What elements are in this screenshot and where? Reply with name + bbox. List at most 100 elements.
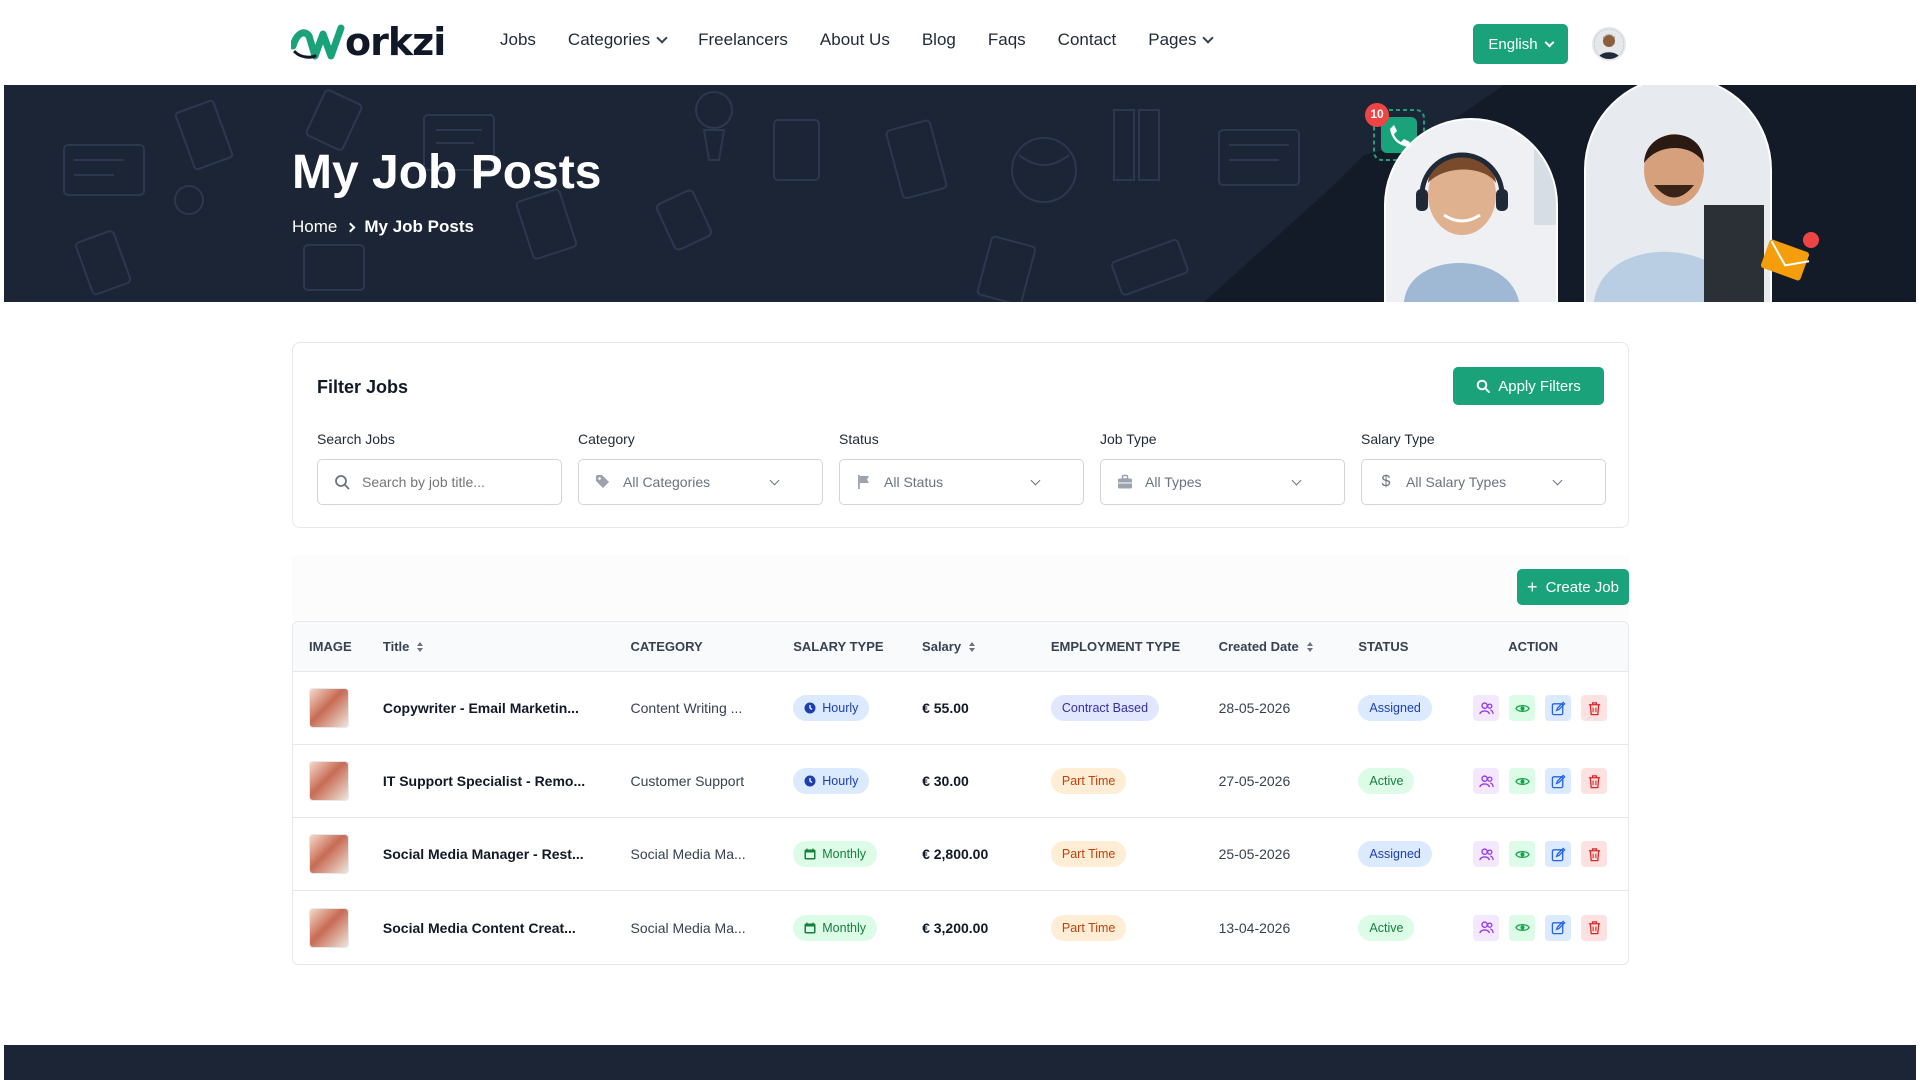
- eye-icon: [1514, 850, 1530, 858]
- table-row: Social Media Content Creat... Social Med…: [293, 891, 1628, 964]
- trash-icon: [1588, 847, 1600, 861]
- row-actions: [1473, 841, 1628, 867]
- site-logo[interactable]: orkzi: [291, 20, 446, 64]
- search-input-wrapper[interactable]: [317, 459, 562, 505]
- col-label: Title: [382, 639, 410, 654]
- table-row: Copywriter - Email Marketin... Content W…: [293, 672, 1628, 745]
- salary-type-badge: Hourly: [793, 768, 870, 794]
- job-image-cell: [293, 907, 383, 948]
- delete-button[interactable]: [1581, 841, 1608, 867]
- col-status: STATUS: [1358, 639, 1473, 654]
- edit-button[interactable]: [1545, 768, 1572, 794]
- col-label: STATUS: [1358, 639, 1409, 654]
- nav-label: Contact: [1057, 30, 1117, 49]
- main-nav: Jobs Categories Freelancers About Us Blo…: [500, 30, 1244, 50]
- edit-icon: [1551, 920, 1566, 935]
- col-salary[interactable]: Salary: [922, 639, 1051, 654]
- edit-icon: [1551, 773, 1566, 788]
- status-label: Status: [839, 431, 879, 447]
- salary-type-label: Hourly: [822, 774, 859, 788]
- col-title[interactable]: Title: [383, 639, 631, 654]
- job-type-filter: Job Type All Types: [1100, 431, 1345, 505]
- view-button[interactable]: [1509, 914, 1536, 941]
- job-type-value: All Types: [1145, 474, 1202, 490]
- category-select[interactable]: All Categories: [578, 459, 823, 505]
- nav-blog[interactable]: Blog: [922, 30, 956, 50]
- job-thumbnail: [309, 907, 349, 948]
- status-select[interactable]: All Status: [839, 459, 1084, 505]
- search-label: Search Jobs: [317, 431, 395, 447]
- table-row: Social Media Manager - Rest... Social Me…: [293, 818, 1628, 891]
- sort-icon[interactable]: [1306, 641, 1313, 652]
- salary-type-select[interactable]: $ All Salary Types: [1361, 459, 1606, 505]
- job-title[interactable]: IT Support Specialist - Remo...: [383, 773, 631, 789]
- nav-pages[interactable]: Pages: [1148, 30, 1215, 50]
- edit-button[interactable]: [1545, 695, 1572, 721]
- job-title[interactable]: Copywriter - Email Marketin...: [383, 700, 631, 716]
- nav-faqs[interactable]: Faqs: [988, 30, 1026, 50]
- created-date: 13-04-2026: [1218, 919, 1291, 936]
- nav-jobs[interactable]: Jobs: [500, 30, 536, 50]
- delete-button[interactable]: [1581, 768, 1608, 794]
- view-button[interactable]: [1509, 841, 1536, 867]
- status-cell: Assigned: [1358, 695, 1473, 721]
- trash-icon: [1588, 921, 1600, 935]
- sort-icon[interactable]: [969, 641, 976, 652]
- nav-about-us[interactable]: About Us: [820, 30, 890, 50]
- job-image-cell: [293, 688, 383, 728]
- job-salary: € 3,200.00: [922, 919, 989, 936]
- edit-icon: [1551, 700, 1566, 715]
- filter-title: Filter Jobs: [317, 377, 409, 397]
- sort-icon[interactable]: [417, 641, 424, 652]
- chevron-down-icon: [1291, 475, 1302, 486]
- col-created-date[interactable]: Created Date: [1219, 639, 1359, 654]
- nav-contact[interactable]: Contact: [1058, 30, 1117, 50]
- view-button[interactable]: [1509, 768, 1536, 794]
- col-label: Salary: [922, 639, 962, 654]
- delete-button[interactable]: [1581, 914, 1608, 941]
- create-job-button[interactable]: + Create Job: [1517, 569, 1629, 605]
- employment-type-cell: Contract Based: [1050, 695, 1219, 721]
- search-input[interactable]: [362, 474, 542, 490]
- nav-label: Jobs: [500, 30, 536, 49]
- employment-type-cell: Part Time: [1050, 914, 1219, 941]
- job-title[interactable]: Social Media Manager - Rest...: [383, 846, 631, 862]
- nav-freelancers[interactable]: Freelancers: [698, 30, 788, 50]
- job-type-select[interactable]: All Types: [1100, 459, 1345, 505]
- status-cell: Assigned: [1358, 841, 1473, 867]
- view-applicants-button[interactable]: [1473, 841, 1500, 867]
- col-category: CATEGORY: [631, 639, 794, 654]
- col-employment-type: EMPLOYMENT TYPE: [1051, 639, 1219, 654]
- job-category: Social Media Ma...: [630, 846, 746, 862]
- col-label: Created Date: [1218, 639, 1299, 654]
- col-label: ACTION: [1508, 639, 1559, 654]
- edit-button[interactable]: [1545, 841, 1572, 867]
- trash-icon: [1588, 774, 1600, 788]
- category-label: Category: [578, 431, 635, 447]
- logo-text: orkzi: [345, 20, 446, 64]
- view-applicants-button[interactable]: [1473, 695, 1500, 721]
- user-avatar[interactable]: [1592, 27, 1626, 61]
- nav-label: Pages: [1148, 30, 1197, 49]
- site-footer: [4, 1045, 1916, 1080]
- salary-type-cell: Hourly: [793, 695, 922, 721]
- chevron-down-icon: [1552, 475, 1563, 486]
- apply-filters-button[interactable]: Apply Filters: [1453, 367, 1604, 405]
- view-applicants-button[interactable]: [1473, 768, 1500, 794]
- view-button[interactable]: [1509, 695, 1536, 721]
- breadcrumb-home[interactable]: Home: [292, 217, 337, 237]
- users-icon: [1479, 701, 1494, 714]
- nav-label: Faqs: [987, 30, 1026, 49]
- language-selector[interactable]: English: [1473, 24, 1568, 64]
- delete-button[interactable]: [1581, 695, 1608, 721]
- nav-categories[interactable]: Categories: [568, 30, 668, 50]
- eye-icon: [1514, 704, 1530, 712]
- clock-icon: [804, 702, 816, 714]
- employment-type-badge: Part Time: [1050, 914, 1127, 941]
- col-label: SALARY TYPE: [793, 639, 884, 654]
- job-title[interactable]: Social Media Content Creat...: [383, 920, 631, 936]
- salary-type-label: Hourly: [822, 701, 859, 715]
- view-applicants-button[interactable]: [1473, 914, 1500, 941]
- hero-photo-2: [1584, 85, 1772, 302]
- edit-button[interactable]: [1545, 914, 1572, 941]
